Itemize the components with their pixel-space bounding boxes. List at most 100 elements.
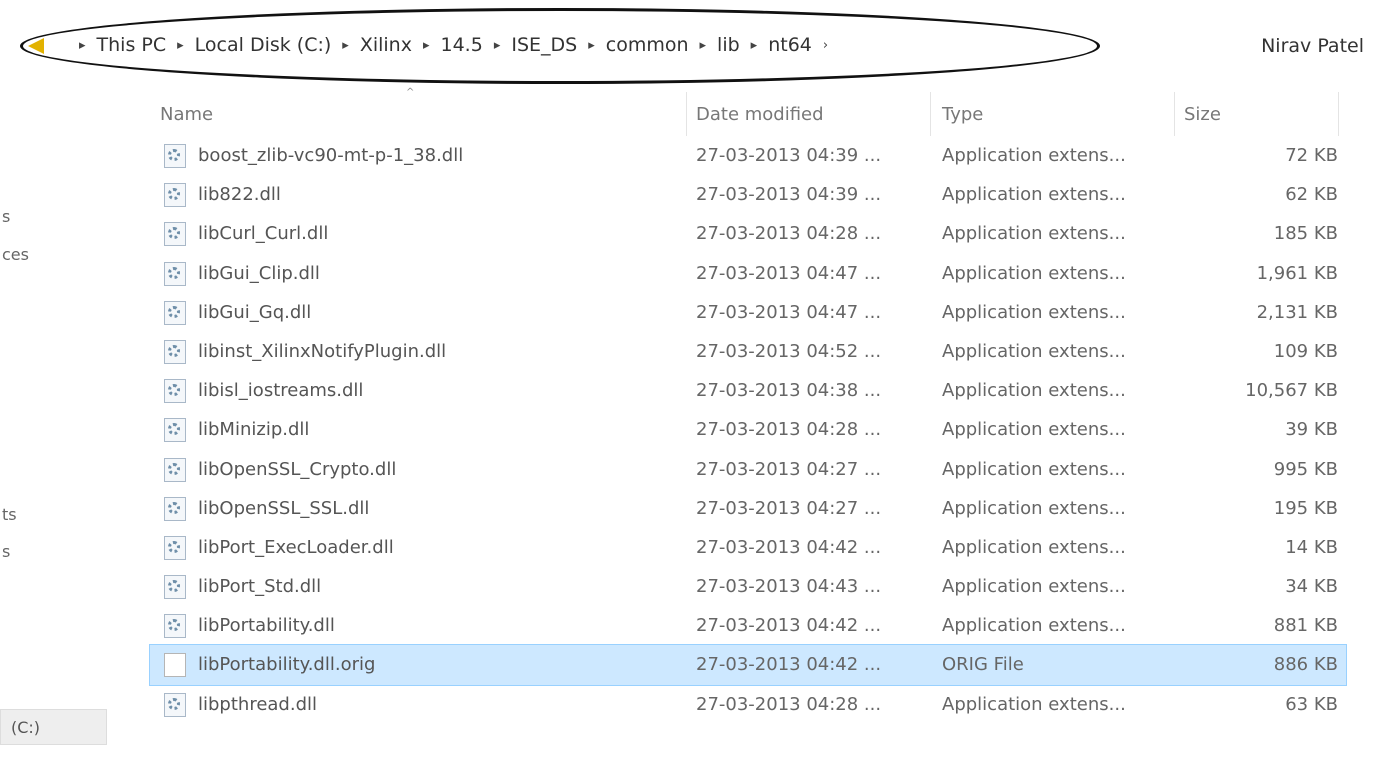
back-arrow-icon[interactable] [28,38,44,54]
file-row[interactable]: libPortability.dll 27-03-2013 04:42 ... Ap… [150,606,1346,645]
dll-gear-icon [164,575,186,600]
breadcrumb-separator-icon[interactable]: ▸ [751,38,758,53]
file-date-modified: 27-03-2013 04:28 ... [696,693,882,715]
file-list: ^ Name Date modified Type Size boost_zli… [149,87,1347,776]
file-row[interactable]: libOpenSSL_SSL.dll 27-03-2013 04:27 ... Ap… [150,489,1346,528]
file-size: 1,961 KB [1256,262,1338,284]
file-row[interactable]: libOpenSSL_Crypto.dll 27-03-2013 04:27 ..… [150,450,1346,489]
nav-item-fragment[interactable]: s [2,207,10,226]
breadcrumb-separator-icon[interactable]: ▸ [177,38,184,53]
file-type: ORIG File [942,654,1024,676]
file-size: 185 KB [1273,223,1338,245]
breadcrumb-item[interactable]: 14.5 [441,34,483,56]
breadcrumb-item[interactable]: common [606,34,689,56]
file-type: Application extens... [942,576,1126,598]
dll-gear-icon [164,261,186,286]
file-name: libOpenSSL_Crypto.dll [198,458,397,480]
column-header-date-modified[interactable]: Date modified [696,104,824,134]
file-row[interactable]: libisl_iostreams.dll 27-03-2013 04:38 ...… [150,371,1346,410]
breadcrumb-separator-icon[interactable]: ▸ [423,38,430,53]
dll-gear-icon [164,300,186,325]
file-name: libMinizip.dll [198,419,310,441]
nav-item-local-disk[interactable]: (C:) [0,709,107,745]
column-header-type[interactable]: Type [942,104,983,134]
file-rows: boost_zlib-vc90-mt-p-1_38.dll 27-03-2013 … [149,136,1347,724]
file-type: Application extens... [942,497,1126,519]
address-bar[interactable]: ▸ This PC ▸ Local Disk (C:) ▸ Xilinx ▸ 14.5 ▸ ISE… [0,0,1376,92]
breadcrumb-separator-icon[interactable]: ▸ [588,38,595,53]
file-name: libGui_Clip.dll [198,262,320,284]
nav-item-fragment[interactable]: ts [2,505,17,524]
nav-item-fragment[interactable]: s [2,542,10,561]
file-type: Application extens... [942,615,1126,637]
file-size: 62 KB [1285,184,1338,206]
file-size: 995 KB [1273,458,1338,480]
breadcrumb-separator-icon[interactable]: ▸ [342,38,349,53]
file-name: libpthread.dll [198,693,318,715]
dll-gear-icon [164,535,186,560]
file-name: libinst_XilinxNotifyPlugin.dll [198,340,447,362]
file-type: Application extens... [942,262,1126,284]
file-type: Application extens... [942,458,1126,480]
file-date-modified: 27-03-2013 04:39 ... [696,145,882,166]
file-row[interactable]: lib822.dll 27-03-2013 04:39 ... Applicatio… [150,175,1346,214]
column-divider[interactable] [930,92,931,136]
nav-item-fragment[interactable]: ces [2,245,29,264]
file-row[interactable]: boost_zlib-vc90-mt-p-1_38.dll 27-03-2013 … [150,136,1346,175]
file-row[interactable]: libpthread.dll 27-03-2013 04:28 ... Applic… [150,685,1346,724]
breadcrumb: ▸ This PC ▸ Local Disk (C:) ▸ Xilinx ▸ 14.5 ▸ ISE… [68,34,839,56]
file-date-modified: 27-03-2013 04:42 ... [696,615,882,637]
file-name: libPort_Std.dll [198,576,322,598]
file-row[interactable]: libMinizip.dll 27-03-2013 04:28 ... Applic… [150,410,1346,449]
file-row[interactable]: libinst_XilinxNotifyPlugin.dll 27-03-2013… [150,332,1346,371]
file-name: boost_zlib-vc90-mt-p-1_38.dll [198,145,464,166]
file-date-modified: 27-03-2013 04:38 ... [696,380,882,402]
breadcrumb-separator-icon[interactable]: ▸ [700,38,707,53]
breadcrumb-item[interactable]: lib [717,34,740,56]
file-row[interactable]: libGui_Clip.dll 27-03-2013 04:47 ... Appli… [150,254,1346,293]
file-size: 886 KB [1273,654,1338,676]
blank-file-icon [164,653,186,678]
file-date-modified: 27-03-2013 04:43 ... [696,576,882,598]
breadcrumb-item[interactable]: Local Disk (C:) [195,34,332,56]
column-divider[interactable] [686,92,687,136]
breadcrumb-item[interactable]: nt64 [768,34,812,56]
file-date-modified: 27-03-2013 04:27 ... [696,458,882,480]
column-header-size[interactable]: Size [1184,104,1221,134]
file-size: 34 KB [1285,576,1338,598]
dll-gear-icon [164,144,186,168]
file-type: Application extens... [942,340,1126,362]
file-size: 72 KB [1285,145,1338,166]
file-explorer-window: ▸ This PC ▸ Local Disk (C:) ▸ Xilinx ▸ 14.5 ▸ ISE… [0,0,1376,776]
breadcrumb-item[interactable]: ISE_DS [511,34,577,56]
file-row[interactable]: libPortability.dll.orig 27-03-2013 04:42 … [149,644,1347,686]
breadcrumb-overflow-icon[interactable]: › [823,38,828,53]
file-date-modified: 27-03-2013 04:28 ... [696,419,882,441]
file-type: Application extens... [942,380,1126,402]
file-size: 10,567 KB [1245,380,1338,402]
breadcrumb-item[interactable]: This PC [97,34,167,56]
dll-gear-icon [164,457,186,482]
column-divider[interactable] [1174,92,1175,136]
file-row[interactable]: libPort_ExecLoader.dll 27-03-2013 04:42 .… [150,528,1346,567]
file-name: libPortability.dll [198,615,335,637]
file-name: libisl_iostreams.dll [198,380,364,402]
file-name: libPortability.dll.orig [198,654,376,676]
breadcrumb-separator-icon[interactable]: ▸ [494,38,501,53]
file-row[interactable]: libGui_Gq.dll 27-03-2013 04:47 ... Applica… [150,293,1346,332]
file-size: 14 KB [1285,536,1338,558]
dll-gear-icon [164,614,186,639]
file-name: libGui_Gq.dll [198,301,312,323]
file-type: Application extens... [942,301,1126,323]
file-row[interactable]: libPort_Std.dll 27-03-2013 04:43 ... Appli… [150,567,1346,606]
column-header-row: ^ Name Date modified Type Size [150,87,1346,136]
breadcrumb-item[interactable]: Xilinx [360,34,412,56]
file-row[interactable]: libCurl_Curl.dll 27-03-2013 04:28 ... Appl… [150,214,1346,253]
column-header-name[interactable]: Name [160,104,213,134]
breadcrumb-separator-icon[interactable]: ▸ [79,38,86,53]
column-divider[interactable] [1338,92,1339,136]
file-type: Application extens... [942,693,1126,715]
file-date-modified: 27-03-2013 04:42 ... [696,536,882,558]
file-size: 881 KB [1273,615,1338,637]
file-size: 2,131 KB [1256,301,1338,323]
